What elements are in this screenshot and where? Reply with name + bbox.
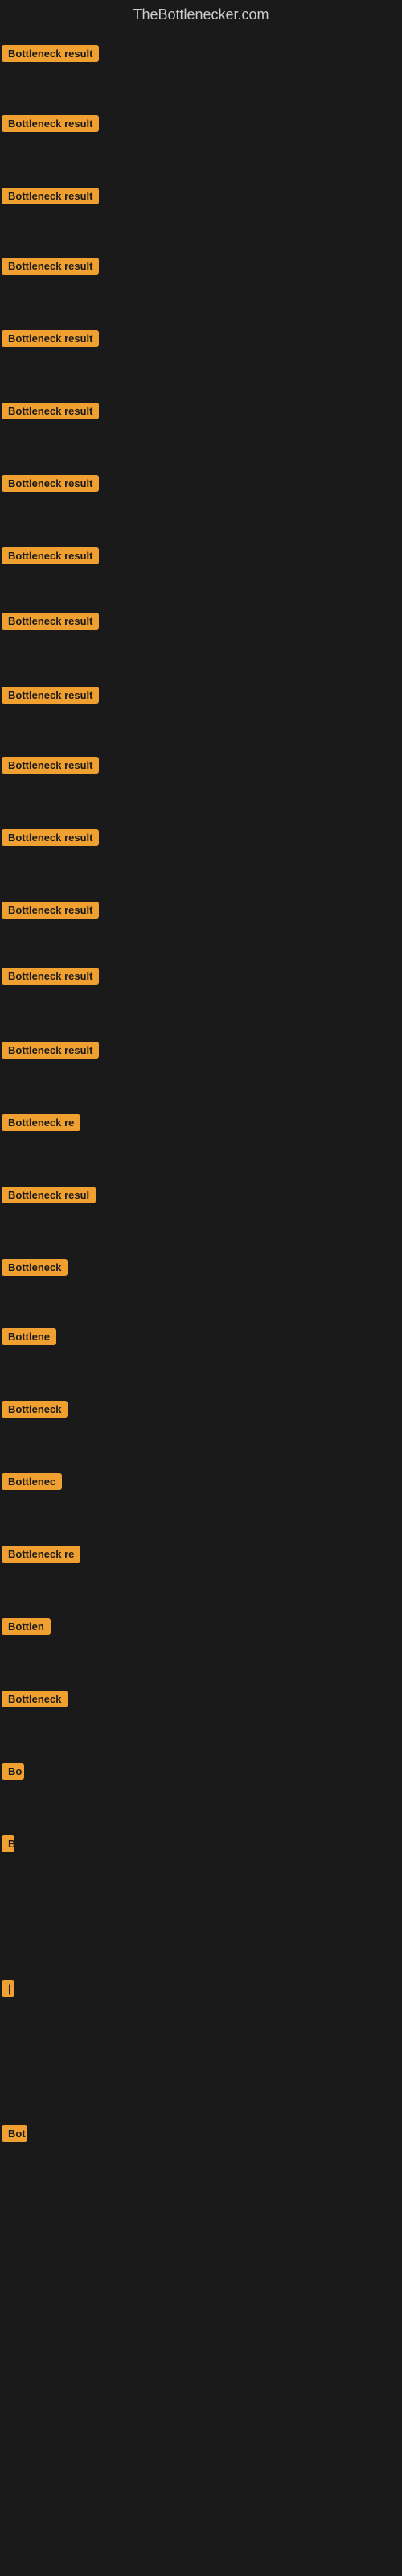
bottleneck-badge: Bottlen <box>2 1618 51 1635</box>
bottleneck-badge: Bottlene <box>2 1328 56 1345</box>
list-item: Bottleneck result <box>2 258 99 279</box>
list-item: Bot <box>2 2125 27 2146</box>
bottleneck-badge: Bo <box>2 1763 24 1780</box>
bottleneck-badge: Bottleneck result <box>2 687 99 704</box>
list-item: Bottleneck resul <box>2 1187 96 1208</box>
bottleneck-badge: Bottleneck result <box>2 188 99 204</box>
list-item: B <box>2 1835 14 1856</box>
list-item: Bottleneck result <box>2 1042 99 1063</box>
list-item: Bottleneck result <box>2 402 99 423</box>
bottleneck-badge: Bottleneck result <box>2 757 99 774</box>
bottleneck-badge: Bottleneck result <box>2 1042 99 1059</box>
bottleneck-badge: Bottleneck result <box>2 968 99 985</box>
list-item: Bottlenec <box>2 1473 62 1494</box>
bottleneck-badge: Bottleneck <box>2 1401 68 1418</box>
list-item: Bottlene <box>2 1328 56 1349</box>
list-item: Bottleneck result <box>2 188 99 208</box>
bottleneck-badge: Bottleneck result <box>2 402 99 419</box>
bottleneck-badge: Bottlenec <box>2 1473 62 1490</box>
bottleneck-badge: B <box>2 1835 14 1852</box>
bottleneck-badge: | <box>2 1980 14 1997</box>
bottleneck-badge: Bottleneck re <box>2 1546 80 1563</box>
list-item: Bottleneck result <box>2 687 99 708</box>
bottleneck-badge: Bottleneck result <box>2 829 99 846</box>
list-item: Bottleneck <box>2 1259 68 1280</box>
bottleneck-badge: Bottleneck resul <box>2 1187 96 1203</box>
list-item: Bottleneck result <box>2 330 99 351</box>
bottleneck-badge: Bot <box>2 2125 27 2142</box>
bottleneck-badge: Bottleneck <box>2 1690 68 1707</box>
list-item: | <box>2 1980 14 2001</box>
list-item: Bottleneck <box>2 1690 68 1711</box>
list-item: Bottleneck re <box>2 1546 80 1567</box>
list-item: Bottleneck result <box>2 968 99 989</box>
list-item: Bottleneck result <box>2 902 99 923</box>
bottleneck-badge: Bottleneck re <box>2 1114 80 1131</box>
list-item: Bottleneck result <box>2 757 99 778</box>
list-item: Bottleneck result <box>2 547 99 568</box>
bottleneck-badge: Bottleneck result <box>2 115 99 132</box>
bottleneck-badge: Bottleneck result <box>2 902 99 919</box>
list-item: Bottleneck result <box>2 475 99 496</box>
site-title: TheBottlenecker.com <box>0 0 402 30</box>
bottleneck-badge: Bottleneck result <box>2 547 99 564</box>
bottleneck-badge: Bottleneck result <box>2 45 99 62</box>
list-item: Bottleneck result <box>2 613 99 634</box>
list-item: Bottleneck result <box>2 115 99 136</box>
list-item: Bottleneck <box>2 1401 68 1422</box>
bottleneck-badge: Bottleneck result <box>2 258 99 275</box>
list-item: Bottleneck result <box>2 45 99 66</box>
list-item: Bottleneck result <box>2 829 99 850</box>
list-item: Bottlen <box>2 1618 51 1639</box>
list-item: Bo <box>2 1763 24 1784</box>
bottleneck-badge: Bottleneck result <box>2 613 99 630</box>
bottleneck-badge: Bottleneck result <box>2 475 99 492</box>
bottleneck-badge: Bottleneck <box>2 1259 68 1276</box>
list-item: Bottleneck re <box>2 1114 80 1135</box>
bottleneck-badge: Bottleneck result <box>2 330 99 347</box>
